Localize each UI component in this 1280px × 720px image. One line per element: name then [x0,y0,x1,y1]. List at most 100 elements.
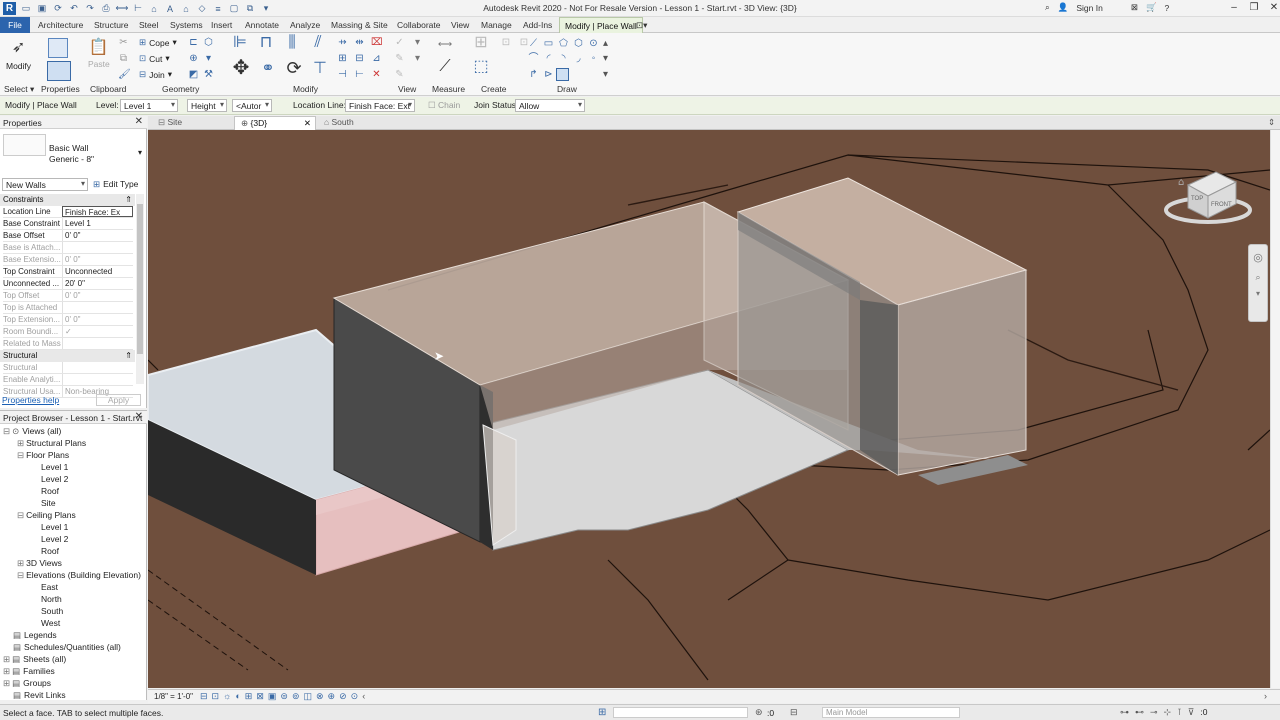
crop-view-icon[interactable]: ⊠ [256,691,264,702]
property-row[interactable]: Top Offset 0' 0" [3,290,133,302]
tab-structure[interactable]: Structure [89,17,134,33]
expand-toggle-icon[interactable]: ⊟ [3,426,10,436]
browser-tree-item[interactable]: ⊞ Structural Plans [17,438,86,449]
property-value[interactable]: ✓ [62,326,133,337]
draw-option-icon[interactable]: ◦ [588,53,599,64]
exchange-icon[interactable]: ⊠ [1131,2,1138,13]
browser-tree-item[interactable]: ⊞ 3D Views [17,558,62,569]
browser-tree-item[interactable]: ▤ Legends [3,630,57,641]
tab-add-ins[interactable]: Add-Ins [518,17,557,33]
height-dropdown[interactable]: Height [187,99,227,112]
pick-face-active-icon[interactable] [556,68,569,81]
tab-manage[interactable]: Manage [476,17,517,33]
array-icon[interactable]: ⊞ [337,53,348,64]
browser-tree-item[interactable]: Level 1 [31,462,68,472]
location-line-dropdown[interactable]: Finish Face: Ext [345,99,415,112]
wall-joins-icon[interactable]: ⊏ [188,37,199,48]
browser-tree-item[interactable]: East [31,582,58,592]
property-row[interactable]: Base Offset 0' 0" [3,230,133,242]
analytical-icon[interactable]: ⊕ [328,691,336,702]
join-button[interactable]: ⊟ Join ▾ [139,69,172,80]
zoom-icon[interactable]: ⌕ [1249,272,1267,283]
split-face-icon[interactable]: ⬡ [203,37,214,48]
rotate-icon[interactable]: ⟳ [284,59,304,83]
view-option-2-icon[interactable]: ▾ [412,53,423,64]
browser-tree-item[interactable]: ⊞ ▤ Families [3,666,55,677]
panel-select[interactable]: Select ▾ [4,84,34,95]
expand-toggle-icon[interactable]: ⊞ [3,678,10,688]
browser-tree-item[interactable]: Roof [31,546,59,556]
property-row[interactable]: Top Extension... 0' 0" [3,314,133,326]
inscribed-polygon-icon[interactable]: ⬡ [573,38,584,49]
workset-dropdown[interactable] [613,707,748,718]
create-group-icon[interactable]: ⬚ [470,59,492,81]
trim-extend-icon[interactable]: ⊤ [310,61,330,83]
restore-button[interactable]: ❐ [1246,2,1262,13]
offset-icon[interactable]: ⊓ [256,35,276,55]
tab-insert[interactable]: Insert [206,17,237,33]
property-value[interactable]: 0' 0" [62,254,133,265]
3d-viewport[interactable]: TOP FRONT ⌂ ➤ ◎ ⌕ ▾ [148,130,1270,688]
tab-annotate[interactable]: Annotate [240,17,284,33]
paste-button[interactable]: 📋 Paste [88,37,110,69]
home-icon[interactable]: ⌂ [1178,177,1184,188]
draw-settings-icon[interactable]: ▾ [600,69,611,80]
cut-clipboard-icon[interactable]: ✂ [118,37,129,48]
tab-extra-icon[interactable]: ⊡▾ [636,17,647,33]
unpin-icon[interactable]: ⌧ [371,37,383,48]
property-row[interactable]: Base is Attach... [3,242,133,254]
modify-tool-button[interactable]: ➶ Modify [6,37,31,71]
mirror-draw-icon[interactable]: ⫽ [308,35,328,55]
property-row[interactable]: Related to Mass [3,338,133,350]
search-icon[interactable]: ⌕ [1045,2,1050,13]
view-option-1-icon[interactable]: ▾ [412,37,423,48]
browser-tree-item[interactable]: Roof [31,486,59,496]
expand-toggle-icon[interactable]: ⊞ [17,558,24,568]
cope-button[interactable]: ⊞ Cope ▾ [139,37,177,48]
properties-help-link[interactable]: Properties help [2,395,59,405]
property-value[interactable]: Level 1 [62,218,133,229]
delete-icon[interactable]: ✕ [371,69,382,80]
draw-expand-icon[interactable]: ▴ [600,38,611,49]
minimize-button[interactable]: – [1226,2,1242,13]
user-icon[interactable]: 👤 [1058,2,1069,13]
property-value[interactable] [62,362,133,373]
align-icon[interactable]: ⊫ [230,35,250,55]
hide-icon[interactable]: ✓ [394,37,405,48]
level-dropdown[interactable]: Level 1 [120,99,178,112]
aligned-dimension-icon[interactable]: ⟋ [434,59,456,81]
pick-lines-icon[interactable]: ↱ [528,69,539,80]
browser-tree-item[interactable]: ⊟ Elevations (Building Elevation) [17,570,141,581]
browser-tree-item[interactable]: Site [31,498,56,508]
browser-tree-item[interactable]: Level 2 [31,534,68,544]
join-status-dropdown[interactable]: Allow [515,99,585,112]
temp-hide-icon[interactable]: ⊚ [292,691,300,702]
apply-button[interactable]: Apply [96,394,141,406]
lock-3d-icon[interactable]: ⊜ [280,691,288,702]
mirror-axis-icon[interactable]: ⫼ [282,35,302,55]
browser-tree-item[interactable]: South [31,606,63,616]
browser-tree-item[interactable]: North [31,594,62,604]
property-row[interactable]: Enable Analyti... [3,374,133,386]
measure-between-icon[interactable]: ⟷ [434,39,456,50]
browser-tree-item[interactable]: ⊟ Ceiling Plans [17,510,76,521]
tab-collaborate[interactable]: Collaborate [392,17,445,33]
demolish-icon[interactable]: ▾ [203,53,214,64]
select-underlay-icon[interactable]: ⊷ [1135,707,1144,718]
steering-wheel-icon[interactable]: ◎ [1249,251,1267,264]
type-properties-icon[interactable] [48,38,68,58]
override-icon[interactable]: ✎ [394,53,405,64]
expand-toggle-icon[interactable]: ⊞ [3,666,10,676]
viewport-scrollbar[interactable] [1270,130,1280,688]
model-canvas[interactable]: TOP FRONT ⌂ ➤ [148,130,1270,688]
property-value[interactable] [62,302,133,313]
chain-checkbox[interactable]: ☐ Chain [428,100,460,111]
tab-steel[interactable]: Steel [134,17,163,33]
type-name-label[interactable]: Generic - 8" [49,154,94,164]
expand-toggle-icon[interactable]: ⊟ [17,570,24,580]
properties-icon[interactable] [47,61,71,81]
design-option-dropdown[interactable]: Main Model [822,707,960,718]
browser-tree-item[interactable]: ⊟ ⊙ Views (all) [3,426,61,437]
design-options-icon[interactable]: ⊟ [790,707,798,718]
collapse-left-icon[interactable]: ‹ [362,691,365,702]
